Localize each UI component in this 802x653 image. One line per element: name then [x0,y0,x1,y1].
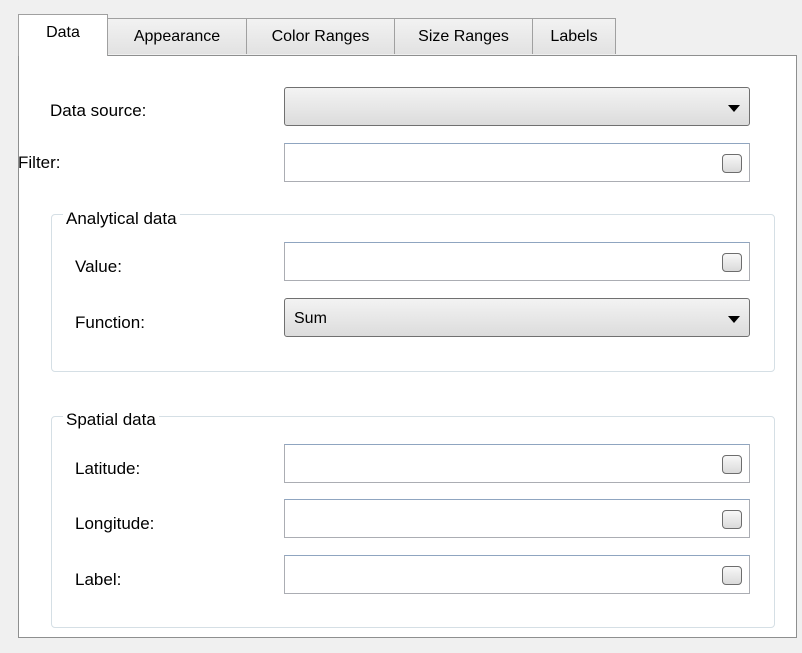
filter-ellipsis-button[interactable] [722,154,742,173]
function-dropdown[interactable]: Sum [284,298,750,337]
label-ellipsis-button[interactable] [722,566,742,585]
value-ellipsis-button[interactable] [722,253,742,272]
tab-labels-label: Labels [550,28,598,45]
spatial-data-title: Spatial data [63,410,159,430]
tab-color-ranges[interactable]: Color Ranges [246,18,395,54]
label-label: Label: [75,570,122,589]
tab-size-ranges-label: Size Ranges [418,28,509,45]
latitude-field[interactable] [284,444,750,483]
filter-field[interactable] [284,143,750,182]
data-source-dropdown[interactable] [284,87,750,126]
tab-appearance-label: Appearance [133,28,221,45]
data-source-label: Data source: [50,101,147,120]
longitude-ellipsis-button[interactable] [722,510,742,529]
label-field[interactable] [284,555,750,594]
latitude-label: Latitude: [75,459,141,478]
value-field[interactable] [284,242,750,281]
tab-color-ranges-label: Color Ranges [271,28,370,45]
function-label: Function: [75,313,145,332]
function-value: Sum [294,310,327,327]
tab-appearance[interactable]: Appearance [107,18,247,54]
longitude-label: Longitude: [75,514,155,533]
dialog-frame: Data Appearance Color Ranges Size Ranges… [0,0,802,653]
tab-size-ranges[interactable]: Size Ranges [394,18,533,54]
latitude-ellipsis-button[interactable] [722,455,742,474]
chevron-down-icon [728,105,740,112]
tab-labels[interactable]: Labels [532,18,616,54]
analytical-data-group [51,214,775,372]
longitude-field[interactable] [284,499,750,538]
analytical-data-title: Analytical data [63,209,180,229]
chevron-down-icon [728,316,740,323]
filter-label: Filter: [18,153,61,172]
value-label: Value: [75,257,122,276]
tab-data[interactable]: Data [18,14,108,56]
tab-panel-data: Data source: Filter: Analytical data Val… [18,55,797,638]
tab-data-label: Data [46,24,80,41]
